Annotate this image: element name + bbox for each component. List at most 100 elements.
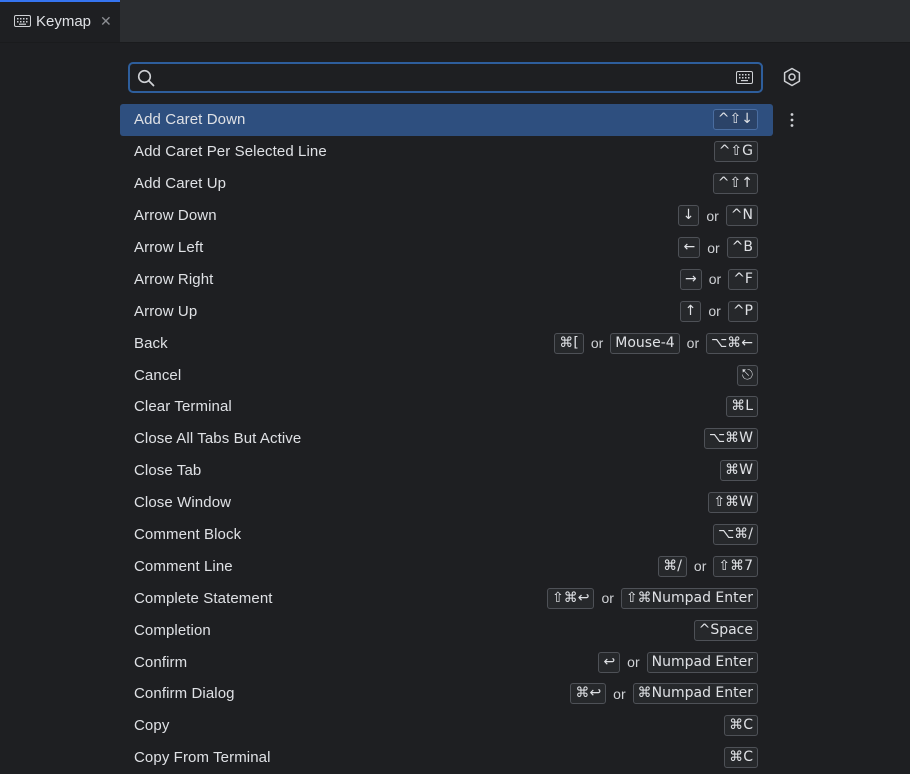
list-item[interactable]: Close Tab ⌘W [120,455,773,487]
shortcut-key: ^⇧↓ [712,109,758,131]
keyboard-icon [14,15,31,27]
shortcut-key: ⇧⌘Numpad Enter [620,587,758,609]
shortcut-group: ← or ^B [678,232,758,264]
action-label: Confirm [134,653,188,671]
action-label: Add Caret Down [134,111,246,129]
search-input[interactable] [162,67,726,91]
close-icon[interactable]: ✕ [100,13,112,30]
shortcut-group: ⌘L [726,391,758,423]
shortcut-group: ↑ or ^P [679,295,758,327]
shortcut-key: ⇧⌘↩ [546,587,595,609]
or-separator: or [627,654,640,671]
action-label: Close All Tabs But Active [134,430,302,448]
list-item[interactable]: Add Caret Down ^⇧↓ [120,104,773,136]
shortcut-key: ⌥⌘W [704,428,758,450]
action-label: Comment Line [134,557,233,575]
list-item[interactable]: Completion ^Space [120,614,773,646]
keymap-action-list: Add Caret Down ^⇧↓ Add Caret Per Selected … [120,104,773,774]
list-item[interactable]: Complete Statement ⇧⌘↩ or ⇧⌘Numpad Enter [120,582,773,614]
shortcut-key: ⌘[ [554,332,584,354]
shortcut-key: ^F [728,268,758,290]
list-item[interactable]: Add Caret Up ^⇧↑ [120,168,773,200]
action-label: Comment Block [134,526,242,544]
list-item[interactable]: Comment Line ⌘/ or ⇧⌘7 [120,550,773,582]
shortcut-key: ⎋ [736,364,758,386]
or-separator: or [590,335,604,352]
or-separator: or [613,685,626,702]
shortcut-group: ⌘W [720,455,758,487]
shortcut-key: ⇧⌘7 [713,555,758,577]
tab-keymap[interactable]: Keymap ✕ [0,0,120,42]
shortcut-group: ⌥⌘W [704,423,758,455]
action-label: Complete Statement [134,589,273,607]
list-item[interactable]: Cancel ⎋ [120,359,773,391]
action-label: Confirm Dialog [134,685,235,703]
tab-bar: Keymap ✕ [0,0,910,43]
list-item[interactable]: Clear Terminal ⌘L [120,391,773,423]
shortcut-key: ⌘C [724,715,758,737]
list-item[interactable]: Close All Tabs But Active ⌥⌘W [120,423,773,455]
shortcut-group: ^⇧↑ [712,168,758,200]
or-separator: or [708,271,722,288]
shortcut-key: ^P [727,300,758,322]
shortcut-key: ⌘L [726,396,758,418]
action-label: Copy From Terminal [134,749,271,767]
shortcut-group: ⌘C [724,742,758,774]
list-item[interactable]: Confirm ↩ or Numpad Enter [120,646,773,678]
or-separator: or [693,558,707,575]
or-separator: or [707,239,720,256]
shortcut-group: ⇧⌘W [708,487,758,519]
list-item[interactable]: Confirm Dialog ⌘↩ or ⌘Numpad Enter [120,678,773,710]
list-item[interactable]: Arrow Left ← or ^B [120,232,773,264]
list-item[interactable]: Copy ⌘C [120,710,773,742]
action-label: Copy [134,717,170,735]
action-label: Arrow Down [134,207,217,225]
search-icon [137,69,155,87]
shortcut-key: ← [678,237,701,258]
list-item[interactable]: Back ⌘[or Mouse-4 or ⌥⌘← [120,327,773,359]
gear-icon[interactable] [782,67,802,87]
shortcut-group: ⌘C [724,710,758,742]
shortcut-key: ↑ [679,300,702,322]
list-item[interactable]: Arrow Right → or ^F [120,263,773,295]
action-label: Completion [134,621,211,639]
action-label: Arrow Right [134,270,214,288]
shortcut-group: ↩ or Numpad Enter [598,646,758,678]
shortcut-key: Mouse-4 [610,332,680,354]
shortcut-key: ^⇧↑ [712,173,758,195]
shortcut-key: ↓ [677,205,700,227]
action-label: Close Tab [134,462,202,480]
list-item[interactable]: Arrow Down ↓ or ^N [120,200,773,232]
list-item[interactable]: Arrow Up ↑ or ^P [120,295,773,327]
shortcut-key: ↩ [598,651,621,673]
shortcut-group: ^⇧G [713,136,758,168]
search-field[interactable] [128,62,763,93]
shortcut-key: ^Space [693,619,758,641]
shortcut-group: ⇧⌘↩ or ⇧⌘Numpad Enter [546,582,758,614]
list-item[interactable]: Copy From Terminal ⌘C [120,742,773,774]
list-item[interactable]: Close Window ⇧⌘W [120,487,773,519]
shortcut-group: ⌘/ or ⇧⌘7 [658,550,758,582]
shortcut-key: ⌘/ [658,555,687,577]
action-label: Arrow Up [134,302,198,320]
shortcut-key: ⌥⌘/ [713,524,758,546]
or-separator: or [706,207,719,224]
shortcut-key: ⌘C [724,747,758,769]
action-label: Arrow Left [134,239,204,256]
shortcut-key: ⌥⌘← [706,332,758,354]
shortcut-key: ⌘W [720,460,758,482]
list-item[interactable]: Add Caret Per Selected Line ^⇧G [120,136,773,168]
shortcut-group: ^⇧↓ [712,104,758,136]
shortcut-key: ^B [726,237,758,258]
tab-label: Keymap [36,12,92,30]
shortcut-key: ⌘Numpad Enter [632,683,758,705]
keyboard-icon[interactable] [736,71,753,84]
shortcut-group: ^Space [693,614,758,646]
more-options-icon[interactable] [785,112,799,128]
shortcut-group: ⌘↩ or ⌘Numpad Enter [570,678,758,710]
shortcut-key: ⌘↩ [570,683,607,705]
list-item[interactable]: Comment Block ⌥⌘/ [120,519,773,551]
shortcut-key: ^N [725,205,758,227]
shortcut-key: ⇧⌘W [708,492,758,514]
shortcut-key: Numpad Enter [646,651,758,673]
